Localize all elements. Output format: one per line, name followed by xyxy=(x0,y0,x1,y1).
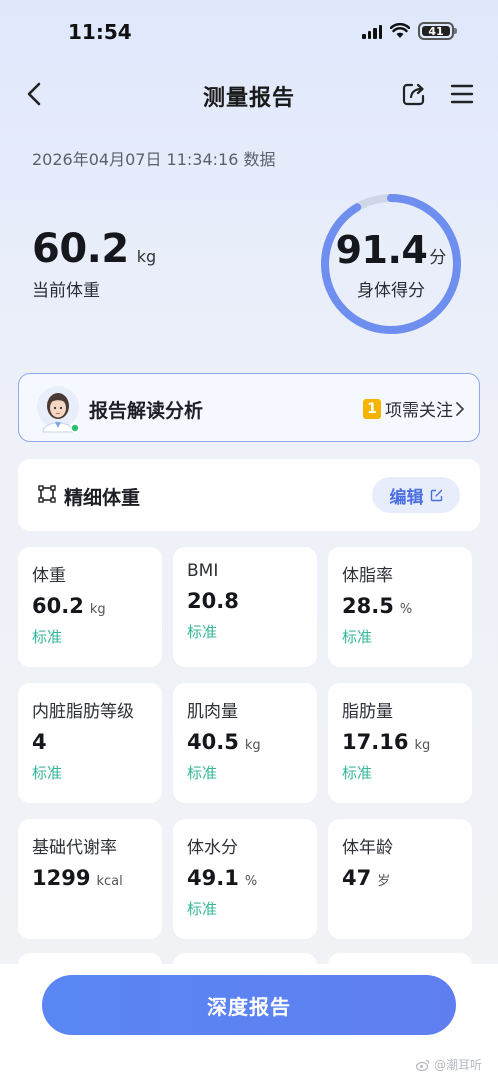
metric-status: 标准 xyxy=(187,764,218,782)
deep-report-button[interactable]: 深度报告 xyxy=(42,975,456,1035)
doctor-avatar xyxy=(37,386,80,433)
chevron-right-icon xyxy=(456,401,464,416)
edit-button[interactable]: 编辑 xyxy=(372,477,460,513)
body-score-label: 身体得分 xyxy=(357,281,425,301)
metric-status: 标准 xyxy=(32,764,63,782)
status-bar: 11:54 41 xyxy=(0,0,498,66)
metric-unit: kcal xyxy=(96,874,123,889)
nav-bar: 测量报告 xyxy=(0,70,498,118)
metric-value: 1299 xyxy=(32,866,91,890)
metric-name: 体重 xyxy=(32,566,66,586)
attention-text: 项需关注 xyxy=(385,401,453,421)
metric-name: 体水分 xyxy=(187,838,238,858)
metrics-grid: 体重 60.2 kg 标准 BMI 20.8 标准 体脂率 28.5% 标准 内脏… xyxy=(18,547,480,939)
edit-icon xyxy=(430,489,442,501)
metric-value: 40.5 xyxy=(187,730,239,754)
metric-card-body-age[interactable]: 体年龄 47 岁 xyxy=(328,819,472,939)
metric-status: 标准 xyxy=(187,623,218,641)
metric-value: 47 xyxy=(342,866,372,890)
fine-weight-card: 精细体重 编辑 xyxy=(18,459,480,531)
battery-icon: 41 xyxy=(418,22,457,40)
watermark: @潮耳听 xyxy=(415,1056,482,1073)
metric-card-bmr[interactable]: 基础代谢率 1299 kcal xyxy=(18,819,162,939)
deep-report-label: 深度报告 xyxy=(207,994,291,1019)
metric-value: 60.2 xyxy=(32,594,84,618)
weibo-icon xyxy=(415,1059,430,1071)
metric-name: 肌肉量 xyxy=(187,702,238,722)
status-time: 11:54 xyxy=(68,20,132,44)
metric-name: 基础代谢率 xyxy=(32,838,117,858)
metric-card-body-fat-rate[interactable]: 体脂率 28.5% 标准 xyxy=(328,547,472,667)
metric-name: 体脂率 xyxy=(342,566,393,586)
metric-unit: 岁 xyxy=(377,874,391,889)
report-analysis-card[interactable]: 报告解读分析 1 项需关注 xyxy=(18,373,480,442)
metric-status: 标准 xyxy=(32,628,63,646)
metric-unit: kg xyxy=(414,738,431,753)
share-icon[interactable] xyxy=(398,78,430,110)
metric-card-muscle[interactable]: 肌肉量 40.5 kg 标准 xyxy=(173,683,317,803)
metric-value: 28.5 xyxy=(342,594,394,618)
metric-name: 内脏脂肪等级 xyxy=(32,702,134,722)
metric-card-visceral-fat[interactable]: 内脏脂肪等级 4 标准 xyxy=(18,683,162,803)
metric-value: 17.16 xyxy=(342,730,409,754)
attention-indicator[interactable]: 1 项需关注 xyxy=(363,396,465,421)
attention-count-badge: 1 xyxy=(363,398,381,419)
fine-weight-title: 精细体重 xyxy=(64,487,141,509)
measurement-date: 2026年04月07日 11:34:16 数据 xyxy=(32,150,276,169)
metric-status: 标准 xyxy=(342,764,373,782)
metric-unit: % xyxy=(399,602,413,617)
metric-card-weight[interactable]: 体重 60.2 kg 标准 xyxy=(18,547,162,667)
online-dot-icon xyxy=(70,423,80,433)
watermark-text: @潮耳听 xyxy=(433,1058,482,1072)
menu-icon[interactable] xyxy=(446,78,478,110)
battery-level: 41 xyxy=(422,25,450,38)
metric-unit: kg xyxy=(89,602,106,617)
body-score-unit: 分 xyxy=(429,248,447,268)
cellular-signal-icon xyxy=(362,24,382,39)
metric-status: 标准 xyxy=(187,900,218,918)
metric-card-fat-mass[interactable]: 脂肪量 17.16 kg 标准 xyxy=(328,683,472,803)
metric-value: 4 xyxy=(32,730,47,754)
metric-card-body-water[interactable]: 体水分 49.1% 标准 xyxy=(173,819,317,939)
current-weight: 60.2 kg xyxy=(32,226,156,272)
metric-card-bmi[interactable]: BMI 20.8 标准 xyxy=(173,547,317,667)
analysis-title: 报告解读分析 xyxy=(89,400,204,422)
metric-value: 20.8 xyxy=(187,589,239,613)
edit-button-label: 编辑 xyxy=(389,487,424,508)
metric-name: 体年龄 xyxy=(342,838,393,858)
metric-name: BMI xyxy=(187,561,219,581)
body-score: 91.4 分 xyxy=(318,228,464,272)
status-icons: 41 xyxy=(362,22,457,40)
metric-unit: % xyxy=(244,874,258,889)
current-weight-value: 60.2 xyxy=(32,226,129,272)
current-weight-unit: kg xyxy=(136,247,157,266)
current-weight-label: 当前体重 xyxy=(32,281,100,301)
body-score-value: 91.4 xyxy=(335,228,428,272)
wifi-icon xyxy=(390,23,410,38)
metric-unit: kg xyxy=(244,738,261,753)
metric-status: 标准 xyxy=(342,628,373,646)
bottom-bar: 深度报告 @潮耳听 xyxy=(0,964,498,1080)
scan-frame-icon xyxy=(38,485,56,503)
metric-name: 脂肪量 xyxy=(342,702,393,722)
metric-value: 49.1 xyxy=(187,866,239,890)
